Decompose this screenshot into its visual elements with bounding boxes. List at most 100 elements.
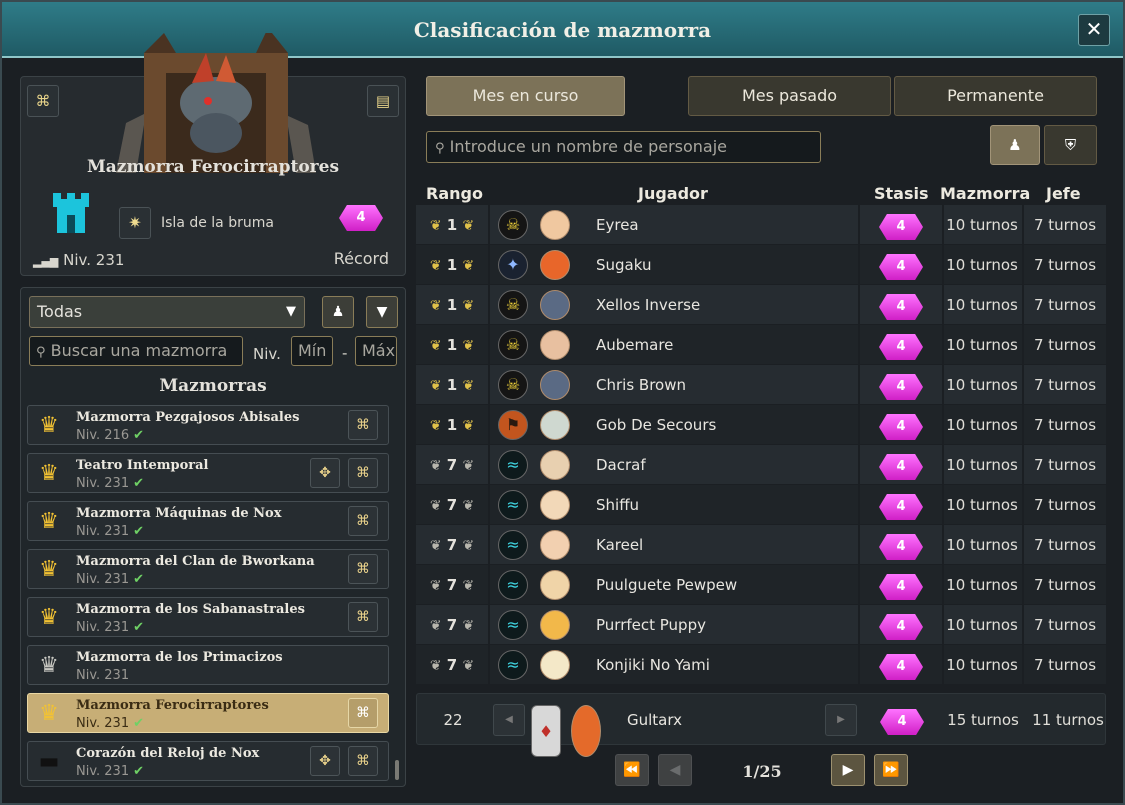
rank-value: 1: [446, 256, 458, 274]
table-row[interactable]: ❦ 1 ❦ ⚑ Gob De Secours 4 10 turnos 7 turnos: [416, 405, 1106, 445]
next-page-button[interactable]: ▶: [831, 754, 865, 786]
player-name: Puulguete Pewpew: [596, 576, 738, 594]
dungeon-list-item[interactable]: ♛ Mazmorra de los Primacizos Niv. 231: [27, 645, 389, 685]
dungeon-turns: 10 turnos: [946, 296, 1018, 314]
dungeon-search-placeholder: Buscar una mazmorra: [50, 341, 228, 360]
left-arrow-icon[interactable]: ◀: [493, 704, 525, 736]
column-player: Jugador: [638, 184, 708, 203]
filter-funnel-button[interactable]: ▼: [366, 296, 398, 328]
stasis-gem: 4: [339, 205, 383, 231]
dungeon-card: ⌘ ▤ Mazmorra Ferocirraptores ✷ Isla de l…: [20, 33, 406, 276]
column-divider: [488, 245, 490, 285]
map-icon[interactable]: ⌘: [348, 506, 378, 536]
table-row[interactable]: ❦ 7 ❦ ≈ Shiffu 4 10 turnos 7 turnos: [416, 485, 1106, 525]
record-label: Récord: [333, 249, 389, 268]
map-icon[interactable]: ⌘: [348, 458, 378, 488]
stasis-gem: 4: [879, 214, 923, 240]
map-icon[interactable]: ⌘: [27, 85, 59, 117]
flag-class-icon: ⚑: [498, 410, 528, 440]
dungeons-title: Mazmorras: [159, 376, 267, 396]
class-icon: ♦: [531, 705, 561, 757]
player-search-input[interactable]: ⚲ Introduce un nombre de personaje: [426, 131, 821, 163]
map-icon[interactable]: ⌘: [348, 554, 378, 584]
scrollbar[interactable]: [395, 760, 399, 780]
dungeon-list-item-selected[interactable]: ♛ Mazmorra Ferocirraptores Niv. 231 ✔ ⌘: [27, 693, 389, 733]
rank-cell: ❦ 7 ❦: [416, 605, 488, 645]
avatar: [540, 490, 570, 520]
dungeon-list-item[interactable]: ♛ Mazmorra Pezgajosos Abisales Niv. 216 ✔…: [27, 405, 389, 445]
tab-current-month[interactable]: Mes en curso: [426, 76, 625, 116]
column-divider: [488, 565, 490, 605]
column-divider: [488, 605, 490, 645]
laurel-left-icon: ❦: [429, 298, 442, 314]
skull-class-icon: ☠: [498, 290, 528, 320]
laurel-right-icon: ❦: [462, 658, 475, 674]
guild-icon: ⛨: [1064, 136, 1077, 154]
table-row[interactable]: ❦ 1 ❦ ☠ Aubemare 4 10 turnos 7 turnos: [416, 325, 1106, 365]
dungeon-list-item[interactable]: ♛ Mazmorra del Clan de Bworkana Niv. 231…: [27, 549, 389, 589]
rank-value: 1: [446, 376, 458, 394]
dungeon-list-level: Niv. 216 ✔: [76, 428, 144, 443]
table-row[interactable]: ❦ 1 ❦ ☠ Xellos Inverse 4 10 turnos 7 turnos: [416, 285, 1106, 325]
table-row[interactable]: ❦ 1 ❦ ☠ Eyrea 4 10 turnos 7 turnos: [416, 205, 1106, 245]
scroll-icon[interactable]: ▤: [367, 85, 399, 117]
stasis-gem: 4: [880, 709, 924, 735]
dungeon-name: Mazmorra Ferocirraptores: [86, 157, 340, 177]
rank-value: 1: [446, 296, 458, 314]
table-row[interactable]: ❦ 7 ❦ ≈ Kareel 4 10 turnos 7 turnos: [416, 525, 1106, 565]
close-button[interactable]: ✕: [1078, 14, 1110, 46]
laurel-left-icon: ❦: [429, 578, 442, 594]
dungeon-type-dropdown[interactable]: Todas ▼: [29, 296, 305, 328]
map-icon[interactable]: ⌘: [348, 410, 378, 440]
laurel-right-icon: ❦: [462, 298, 475, 314]
table-row[interactable]: ❦ 7 ❦ ≈ Purrfect Puppy 4 10 turnos 7 turnos: [416, 605, 1106, 645]
table-row[interactable]: ❦ 1 ❦ ☠ Chris Brown 4 10 turnos 7 turnos: [416, 365, 1106, 405]
avatar: [540, 250, 570, 280]
guild-view-button[interactable]: ⛨: [1044, 125, 1097, 165]
laurel-right-icon: ❦: [462, 218, 475, 234]
table-row[interactable]: ❦ 7 ❦ ≈ Puulguete Pewpew 4 10 turnos 7 turnos: [416, 565, 1106, 605]
stasis-gem: 4: [879, 654, 923, 680]
check-icon: ✔: [133, 476, 145, 491]
table-row[interactable]: ❦ 7 ❦ ≈ Konjiki No Yami 4 10 turnos 7 turnos: [416, 645, 1106, 685]
table-row[interactable]: ❦ 1 ❦ ✦ Sugaku 4 10 turnos 7 turnos: [416, 245, 1106, 285]
prev-page-button[interactable]: ◀: [658, 754, 692, 786]
level-text: Niv. 231: [76, 764, 130, 779]
solo-view-button[interactable]: ♟: [990, 125, 1040, 165]
tab-permanent[interactable]: Permanente: [894, 76, 1097, 116]
min-level-input[interactable]: Mín: [291, 336, 333, 366]
character-filter-button[interactable]: ♟: [322, 296, 354, 328]
laurel-right-icon: ❦: [462, 538, 475, 554]
map-icon[interactable]: ⌘: [348, 602, 378, 632]
dungeon-list-level: Niv. 231 ✔: [76, 476, 144, 491]
max-level-input[interactable]: Máx: [355, 336, 397, 366]
stasis-gem: 4: [879, 254, 923, 280]
table-row[interactable]: ❦ 7 ❦ ≈ Dacraf 4 10 turnos 7 turnos: [416, 445, 1106, 485]
level-text: Niv. 231: [76, 668, 130, 683]
dungeon-list-item[interactable]: ▬ Corazón del Reloj de Nox Niv. 231 ✔ ✥ ⌘: [27, 741, 389, 781]
avatar: [540, 370, 570, 400]
stasis-cell: 4: [860, 485, 942, 525]
wave-class-icon: ≈: [498, 490, 528, 520]
column-stasis: Stasis: [874, 184, 929, 203]
skull-class-icon: ☠: [498, 330, 528, 360]
boss-turns: 7 turnos: [1033, 576, 1097, 594]
laurel-right-icon: ❦: [462, 338, 475, 354]
compass-icon[interactable]: ✥: [310, 746, 340, 776]
boss-turns: 11 turnos: [1032, 711, 1104, 729]
last-page-button[interactable]: ⏩: [874, 754, 908, 786]
dungeon-list-item[interactable]: ♛ Teatro Intemporal Niv. 231 ✔ ✥ ⌘: [27, 453, 389, 493]
laurel-left-icon: ❦: [429, 418, 442, 434]
first-page-button[interactable]: ⏪: [615, 754, 649, 786]
dungeon-search-input[interactable]: ⚲ Buscar una mazmorra: [29, 336, 243, 366]
right-arrow-icon[interactable]: ▶: [825, 704, 857, 736]
compass-icon[interactable]: ✥: [310, 458, 340, 488]
wave-class-icon: ≈: [498, 650, 528, 680]
map-icon[interactable]: ⌘: [348, 746, 378, 776]
dungeon-list-item[interactable]: ♛ Mazmorra de los Sabanastrales Niv. 231…: [27, 597, 389, 637]
laurel-right-icon: ❦: [462, 578, 475, 594]
map-icon[interactable]: ⌘: [348, 698, 378, 728]
dungeon-list-item[interactable]: ♛ Mazmorra Máquinas de Nox Niv. 231 ✔ ⌘: [27, 501, 389, 541]
dungeon-level-text: Niv. 231: [63, 251, 125, 269]
tab-last-month[interactable]: Mes pasado: [688, 76, 891, 116]
